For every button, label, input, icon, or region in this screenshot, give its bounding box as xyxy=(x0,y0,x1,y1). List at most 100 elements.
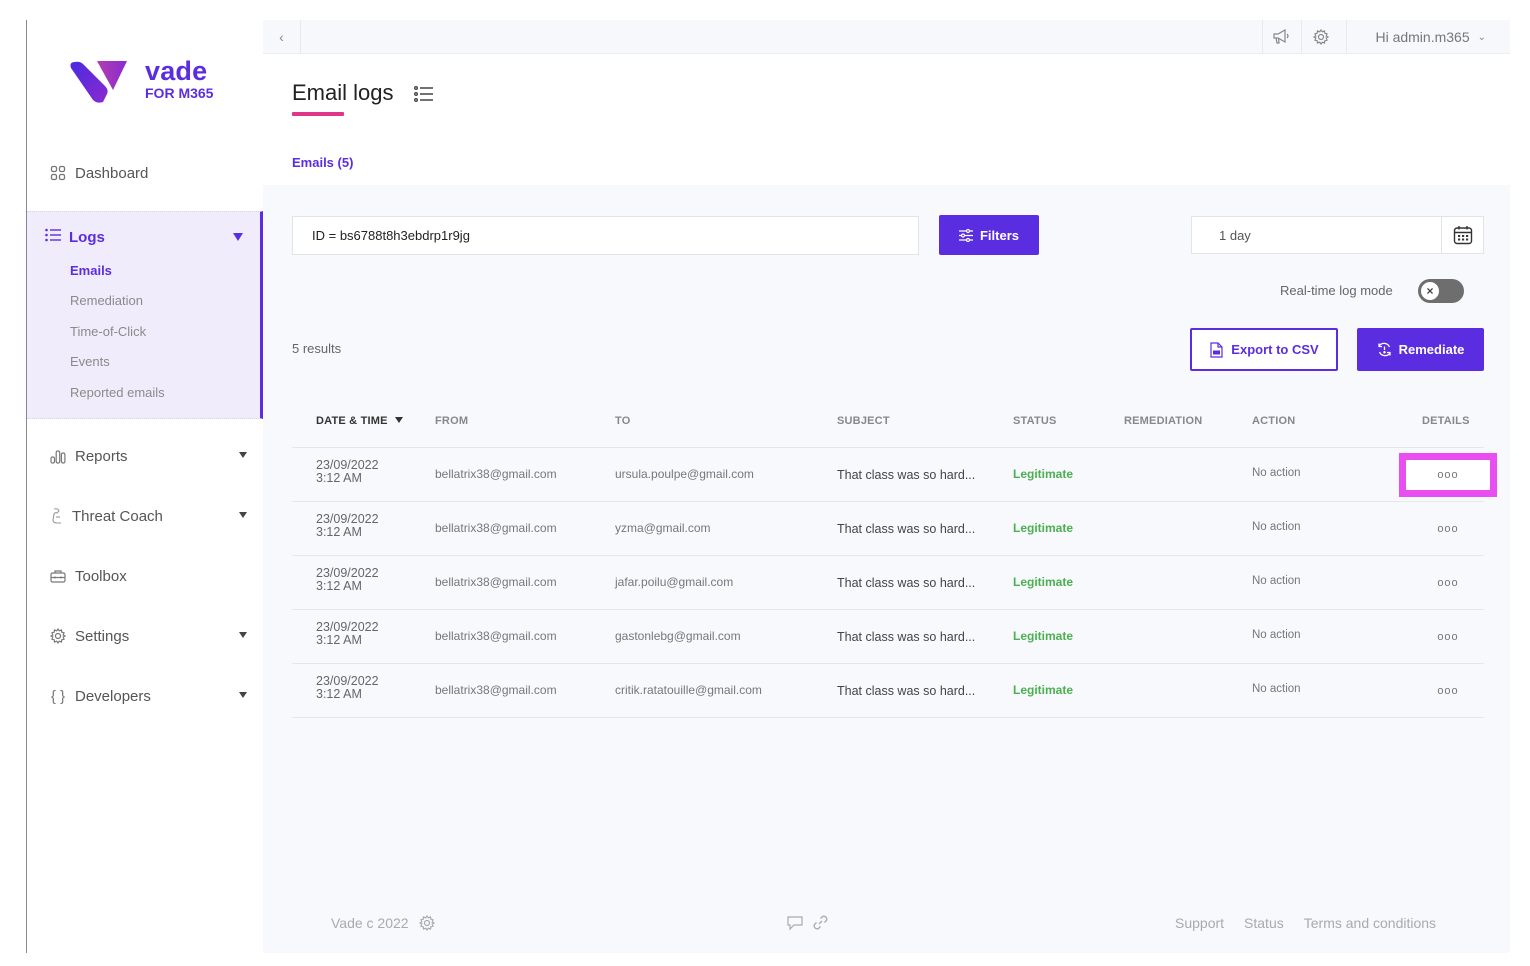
more-options-icon: ooo xyxy=(1437,577,1459,589)
calendar-icon xyxy=(1453,226,1472,245)
status-badge: Legitimate xyxy=(1013,629,1074,643)
toolbox-icon xyxy=(50,568,66,584)
cell-to: ursula.poulpe@gmail.com xyxy=(615,467,754,481)
sidebar-group-logs: Logs Emails Remediation Time-of-Click Ev… xyxy=(27,211,263,419)
caret-down-icon xyxy=(239,632,247,638)
column-header-from: FROM xyxy=(435,415,469,427)
more-options-icon: ooo xyxy=(1437,685,1459,697)
details-button[interactable]: ooo xyxy=(1399,453,1497,497)
search-input[interactable] xyxy=(312,228,918,243)
column-header-to: TO xyxy=(615,415,631,427)
search-field[interactable] xyxy=(292,216,919,255)
sidebar-item-settings[interactable]: Settings xyxy=(27,621,263,651)
cell-time: 3:12 AM xyxy=(316,471,362,485)
caret-down-icon xyxy=(239,692,247,698)
settings-button[interactable] xyxy=(1301,20,1340,54)
sidebar-item-label: Reports xyxy=(75,447,128,465)
calendar-button[interactable] xyxy=(1441,217,1483,253)
grid-icon xyxy=(50,165,66,181)
caret-down-icon xyxy=(239,512,247,518)
cell-date-time: 23/09/2022 3:12 AM xyxy=(316,513,379,539)
sidebar-subitem-events[interactable]: Events xyxy=(70,354,110,369)
cell-to: critik.ratatouille@gmail.com xyxy=(615,683,762,697)
brand-product: FOR M365 xyxy=(145,85,214,101)
sidebar-item-label: Toolbox xyxy=(75,567,127,585)
sidebar-subitem-remediation[interactable]: Remediation xyxy=(70,293,143,308)
time-range-picker[interactable]: 1 day xyxy=(1191,216,1484,254)
sidebar-item-label: Developers xyxy=(75,687,151,705)
top-bar: ‹ Hi admin.m365 ⌄ xyxy=(263,20,1510,54)
footer-link-terms[interactable]: Terms and conditions xyxy=(1304,915,1436,931)
collapse-sidebar-button[interactable]: ‹ xyxy=(263,20,301,54)
time-range-value: 1 day xyxy=(1219,227,1251,243)
footer-copyright: Vade c 2022 xyxy=(331,915,435,931)
logo[interactable]: vade FOR M365 xyxy=(69,56,249,108)
sidebar-item-reports[interactable]: Reports xyxy=(27,441,263,471)
list-icon xyxy=(414,85,434,108)
table-row[interactable]: 23/09/2022 3:12 AM bellatrix38@gmail.com cr… xyxy=(292,664,1484,718)
sidebar-subitem-time-of-click[interactable]: Time-of-Click xyxy=(70,324,146,339)
cell-action: No action xyxy=(1252,575,1301,587)
cell-from: bellatrix38@gmail.com xyxy=(435,575,557,589)
details-button[interactable]: ooo xyxy=(1399,507,1497,551)
sidebar-subitem-reported-emails[interactable]: Reported emails xyxy=(70,385,165,400)
cell-time: 3:12 AM xyxy=(316,633,362,647)
sidebar-item-toolbox[interactable]: Toolbox xyxy=(27,561,263,591)
table-row[interactable]: 23/09/2022 3:12 AM bellatrix38@gmail.com ja… xyxy=(292,556,1484,610)
sidebar-subitem-emails[interactable]: Emails xyxy=(70,263,112,278)
chat-icon[interactable] xyxy=(786,915,804,931)
cell-to: yzma@gmail.com xyxy=(615,521,711,535)
cell-date-time: 23/09/2022 3:12 AM xyxy=(316,675,379,701)
realtime-toggle[interactable]: × xyxy=(1418,279,1464,303)
cell-subject: That class was so hard... xyxy=(837,630,976,644)
gear-icon xyxy=(418,915,435,931)
megaphone-icon xyxy=(1273,29,1289,44)
details-button[interactable]: ooo xyxy=(1399,561,1497,605)
column-header-action: ACTION xyxy=(1252,415,1296,427)
sidebar-item-dashboard[interactable]: Dashboard xyxy=(27,158,263,188)
footer-link-support[interactable]: Support xyxy=(1175,915,1224,931)
table-header: DATE & TIME FROM TO SUBJECT STATUS REMED… xyxy=(292,403,1484,448)
status-badge: Legitimate xyxy=(1013,467,1074,481)
more-options-icon: ooo xyxy=(1437,523,1459,535)
footer-link-status[interactable]: Status xyxy=(1244,915,1284,931)
table-row[interactable]: 23/09/2022 3:12 AM bellatrix38@gmail.com yz… xyxy=(292,502,1484,556)
vade-logo-icon xyxy=(70,61,127,103)
announcements-button[interactable] xyxy=(1262,20,1301,54)
brand-name: vade xyxy=(145,56,208,86)
caret-down-icon xyxy=(239,452,247,458)
details-button[interactable]: ooo xyxy=(1399,615,1497,659)
details-button[interactable]: ooo xyxy=(1399,669,1497,713)
link-icon[interactable] xyxy=(812,914,829,931)
more-options-icon: ooo xyxy=(1437,631,1459,643)
sidebar-item-developers[interactable]: { } Developers xyxy=(27,681,263,711)
export-csv-button[interactable]: Export to CSV xyxy=(1190,328,1338,371)
column-header-date-time[interactable]: DATE & TIME xyxy=(316,415,403,427)
footer-links: Support Status Terms and conditions xyxy=(1175,915,1436,931)
sliders-icon xyxy=(958,228,973,242)
close-icon: × xyxy=(1419,280,1441,302)
footer-icons xyxy=(786,914,829,931)
table-row[interactable]: 23/09/2022 3:12 AM bellatrix38@gmail.com ga… xyxy=(292,610,1484,664)
cell-subject: That class was so hard... xyxy=(837,468,976,482)
table-row[interactable]: 23/09/2022 3:12 AM bellatrix38@gmail.com ur… xyxy=(292,448,1497,502)
filters-button[interactable]: Filters xyxy=(939,215,1039,255)
remediate-icon xyxy=(1377,342,1392,357)
cell-subject: That class was so hard... xyxy=(837,576,976,590)
chevron-down-icon: ⌄ xyxy=(1477,31,1486,43)
sidebar-item-logs[interactable]: Logs xyxy=(27,226,260,248)
cell-date-time: 23/09/2022 3:12 AM xyxy=(316,621,379,647)
remediate-button[interactable]: Remediate xyxy=(1357,328,1484,371)
tab-emails[interactable]: Emails (5) xyxy=(292,155,353,170)
caret-down-icon xyxy=(233,233,243,241)
sidebar-item-threat-coach[interactable]: Threat Coach xyxy=(27,501,263,531)
cell-from: bellatrix38@gmail.com xyxy=(435,467,557,481)
user-menu[interactable]: Hi admin.m365 ⌄ xyxy=(1346,20,1486,54)
sidebar: vade FOR M365 Dashboard Logs Emails Reme… xyxy=(27,20,263,953)
copyright-text: Vade c 2022 xyxy=(331,915,409,931)
status-badge: Legitimate xyxy=(1013,683,1074,697)
column-header-remediation: REMEDIATION xyxy=(1124,415,1203,427)
sidebar-item-label: Logs xyxy=(69,228,105,246)
sort-desc-icon xyxy=(394,417,403,423)
coach-icon xyxy=(48,508,64,524)
